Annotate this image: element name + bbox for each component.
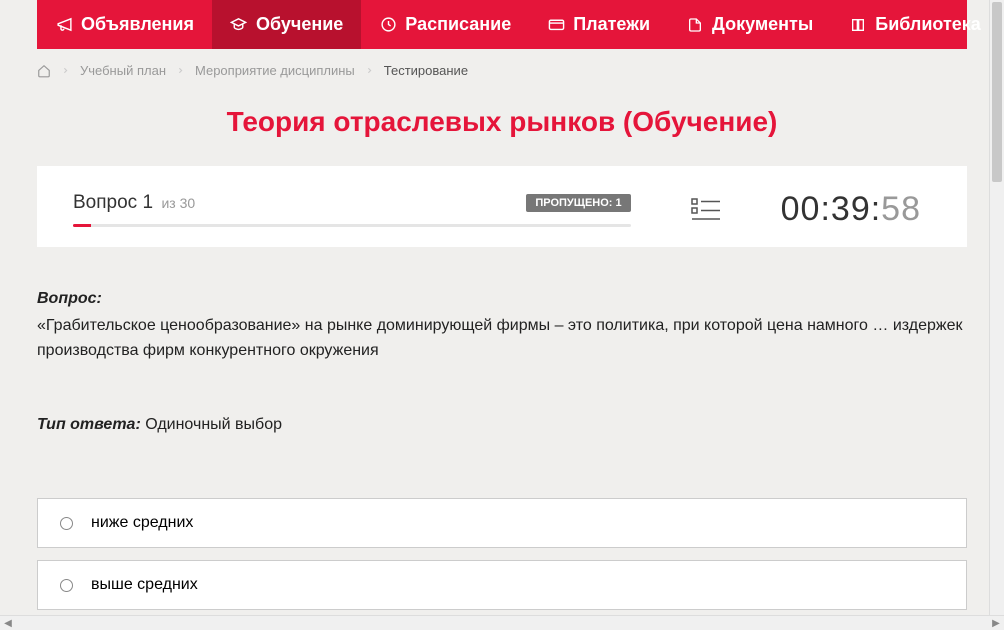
- answer-type-value: Одиночный выбор: [141, 416, 282, 433]
- page-title: Теория отраслевых рынков (Обучение): [7, 88, 997, 166]
- doc-icon: [686, 16, 704, 34]
- nav-payments[interactable]: Платежи: [529, 0, 668, 49]
- skipped-badge: ПРОПУЩЕНО: 1: [526, 194, 630, 212]
- breadcrumb: Учебный план Мероприятие дисциплины Тест…: [7, 49, 997, 88]
- nav-label: Документы: [712, 14, 813, 35]
- horizontal-scrollbar[interactable]: ◀ ▶: [0, 615, 1004, 630]
- progress-fill: [73, 224, 91, 227]
- radio-input[interactable]: [60, 517, 73, 530]
- chevron-right-icon: [61, 66, 70, 75]
- card-icon: [547, 16, 565, 34]
- answer-text: выше средних: [91, 576, 198, 594]
- megaphone-icon: [55, 16, 73, 34]
- question-heading-label: Вопрос:: [37, 290, 102, 307]
- question-body: Вопрос: «Грабительское ценообразование» …: [37, 287, 967, 438]
- nav-label: Объявления: [81, 14, 194, 35]
- scroll-right-icon[interactable]: ▶: [990, 617, 1002, 629]
- nav-announcements[interactable]: Объявления: [37, 0, 212, 49]
- book-icon: [849, 16, 867, 34]
- breadcrumb-link[interactable]: Учебный план: [80, 63, 166, 78]
- chevron-right-icon: [365, 66, 374, 75]
- nav-schedule[interactable]: Расписание: [361, 0, 529, 49]
- question-total: из 30: [161, 195, 195, 211]
- radio-input[interactable]: [60, 579, 73, 592]
- grad-cap-icon: [230, 16, 248, 34]
- timer-main: 00:39:: [781, 190, 882, 228]
- breadcrumb-link[interactable]: Мероприятие дисциплины: [195, 63, 355, 78]
- question-list-button[interactable]: [671, 196, 741, 224]
- breadcrumb-current: Тестирование: [384, 63, 468, 78]
- vertical-scrollbar[interactable]: [989, 0, 1004, 615]
- scrollbar-thumb[interactable]: [992, 2, 1002, 182]
- answer-option[interactable]: выше средних: [37, 560, 967, 610]
- question-number: Вопрос 1: [73, 192, 153, 213]
- home-icon[interactable]: [37, 64, 51, 78]
- nav-learning[interactable]: Обучение: [212, 0, 361, 49]
- timer: 00:39:58: [781, 190, 931, 229]
- nav-label: Расписание: [405, 14, 511, 35]
- answer-option[interactable]: ниже средних: [37, 498, 967, 548]
- chevron-right-icon: [176, 66, 185, 75]
- question-text: «Грабительское ценообразование» на рынке…: [37, 314, 967, 364]
- answer-text: ниже средних: [91, 514, 193, 532]
- scroll-left-icon[interactable]: ◀: [2, 617, 14, 629]
- nav-library[interactable]: Библиотека: [831, 0, 1004, 49]
- answer-type-label: Тип ответа:: [37, 416, 141, 433]
- nav-label: Библиотека: [875, 14, 981, 35]
- nav-label: Платежи: [573, 14, 650, 35]
- clock-icon: [379, 16, 397, 34]
- nav-label: Обучение: [256, 14, 343, 35]
- top-nav: Объявления Обучение Расписание Платежи: [37, 0, 967, 49]
- quiz-header-panel: Вопрос 1 из 30 ПРОПУЩЕНО: 1: [37, 166, 967, 247]
- answer-list: ниже средних выше средних: [37, 498, 967, 626]
- progress-bar: [73, 224, 631, 227]
- nav-documents[interactable]: Документы: [668, 0, 831, 49]
- timer-seconds: 58: [881, 190, 921, 228]
